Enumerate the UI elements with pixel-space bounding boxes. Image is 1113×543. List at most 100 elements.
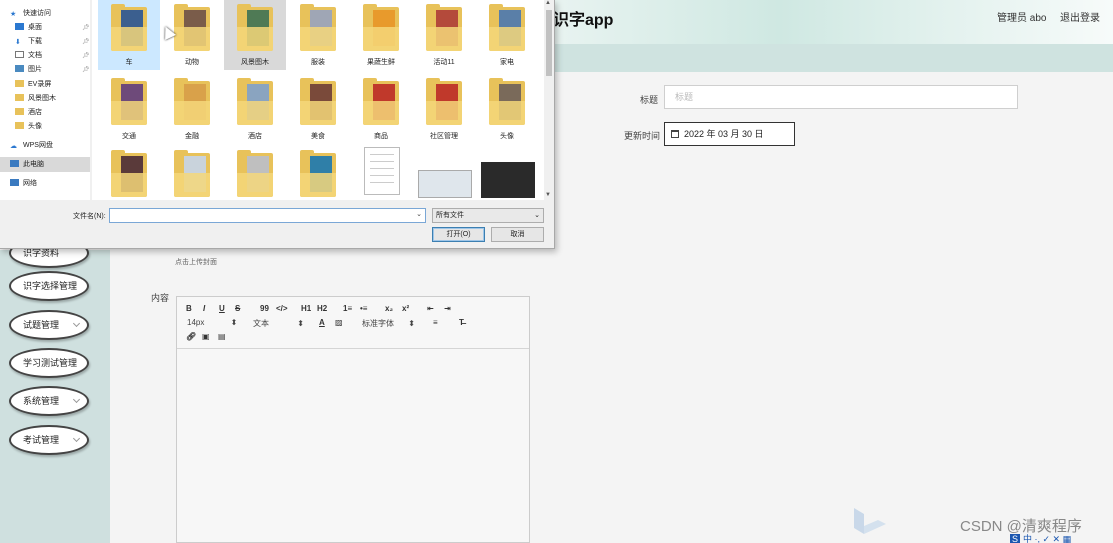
nav-label: 桌面 bbox=[28, 24, 42, 31]
cancel-button[interactable]: 取消 bbox=[491, 227, 544, 242]
underline-button[interactable]: U bbox=[219, 304, 225, 313]
folder-tile[interactable]: 社区管理 bbox=[413, 74, 475, 144]
folder-tile[interactable] bbox=[161, 146, 223, 200]
italic-button[interactable]: I bbox=[203, 304, 205, 313]
nav-quick-access[interactable]: ★ 快速访问 bbox=[10, 7, 51, 20]
nav-item-hotel[interactable]: 酒店 bbox=[15, 106, 42, 119]
nav-item-ev-recorder[interactable]: EV录屏 bbox=[15, 78, 51, 91]
text-style-select[interactable]: 文本 ⬍ bbox=[253, 318, 304, 329]
nav-label: 快速访问 bbox=[23, 10, 51, 17]
scroll-up-icon[interactable]: ▲ bbox=[545, 0, 551, 6]
superscript-button[interactable]: x² bbox=[402, 304, 409, 313]
folder-tile[interactable]: 酒店 bbox=[224, 74, 286, 144]
folder-tile[interactable] bbox=[98, 146, 160, 200]
folder-tile[interactable]: 服装 bbox=[287, 0, 349, 70]
folder-icon bbox=[300, 4, 336, 51]
nav-network[interactable]: 网络 bbox=[10, 177, 37, 190]
font-family-select[interactable]: 标准字体 ⬍ bbox=[362, 318, 415, 329]
code-button[interactable]: </> bbox=[276, 304, 288, 313]
pin-icon: 📌︎ bbox=[82, 53, 90, 59]
folder-tile[interactable]: 风景图木 bbox=[224, 0, 286, 70]
date-value: 2022 年 03 月 30 日 bbox=[684, 129, 764, 139]
document-icon bbox=[15, 51, 24, 58]
strikethrough-button[interactable]: S bbox=[235, 304, 240, 313]
folder-icon bbox=[363, 4, 399, 51]
filetype-value: 所有文件 bbox=[436, 212, 464, 219]
quote-button[interactable]: 99 bbox=[260, 304, 269, 313]
sidebar-item-label: 识字选择管理 bbox=[23, 281, 78, 291]
image-icon[interactable]: ▣ bbox=[202, 332, 210, 341]
filetype-select[interactable]: 所有文件 ⌄ bbox=[432, 208, 544, 223]
subscript-button[interactable]: x₂ bbox=[385, 304, 393, 313]
sidebar-item-study-test[interactable]: 学习测试管理 bbox=[9, 348, 89, 378]
link-icon[interactable]: 🔗︎ bbox=[186, 332, 196, 341]
folder-tile[interactable]: 美食 bbox=[287, 74, 349, 144]
upload-cover-hint[interactable]: 点击上传封面 bbox=[175, 257, 217, 267]
outdent-button[interactable]: ⇤ bbox=[427, 304, 434, 313]
folder-tile[interactable]: 车 bbox=[98, 0, 160, 70]
heading1-button[interactable]: H1 bbox=[301, 304, 311, 313]
font-size-value: 14px bbox=[187, 318, 205, 327]
folder-tile[interactable]: 商品 bbox=[350, 74, 412, 144]
open-button[interactable]: 打开(O) bbox=[432, 227, 485, 242]
nav-item-desktop[interactable]: 桌面 bbox=[15, 21, 42, 34]
sidebar-item-label: 试题管理 bbox=[23, 320, 60, 330]
nav-label: 图片 bbox=[28, 66, 42, 73]
clear-format-icon[interactable]: T̶ bbox=[459, 318, 464, 327]
filename-input[interactable]: ⌄ bbox=[109, 208, 426, 223]
logout-link[interactable]: 退出登录 bbox=[1060, 9, 1100, 24]
sidebar-item-system[interactable]: 系统管理 bbox=[9, 386, 89, 416]
align-icon[interactable]: ≡ bbox=[433, 318, 438, 327]
folder-tile[interactable]: 果蔬生鲜 bbox=[350, 0, 412, 70]
background-color-icon[interactable]: ▨ bbox=[335, 318, 343, 327]
heading2-button[interactable]: H2 bbox=[317, 304, 327, 313]
ime-tray[interactable]: S中 ·, ✓ ✕ ▦ bbox=[1010, 532, 1071, 543]
date-picker[interactable]: 2022 年 03 月 30 日 bbox=[664, 122, 795, 146]
sidebar-item-literacy-selection[interactable]: 识字选择管理 bbox=[9, 271, 89, 301]
folder-tile[interactable] bbox=[287, 146, 349, 200]
folder-icon bbox=[15, 94, 24, 101]
sidebar-item-question-management[interactable]: 试题管理 bbox=[9, 310, 89, 340]
folder-label: 动物 bbox=[185, 59, 199, 66]
sidebar-item-exam[interactable]: 考试管理 bbox=[9, 425, 89, 455]
map-image-thumbnail[interactable] bbox=[418, 170, 472, 198]
title-input[interactable] bbox=[664, 85, 1018, 109]
nav-item-avatar[interactable]: 头像 bbox=[15, 120, 42, 133]
nav-item-scenery[interactable]: 风景图木 bbox=[15, 92, 56, 105]
nav-item-downloads[interactable]: ⬇ 下载 bbox=[15, 35, 42, 48]
ordered-list-button[interactable]: 1≡ bbox=[343, 304, 352, 313]
nav-label: 文档 bbox=[28, 52, 42, 59]
nav-label: 下载 bbox=[28, 38, 42, 45]
folder-tile[interactable] bbox=[224, 146, 286, 200]
bold-button[interactable]: B bbox=[186, 304, 192, 313]
scroll-down-icon[interactable]: ▼ bbox=[545, 192, 551, 198]
indent-button[interactable]: ⇥ bbox=[444, 304, 451, 313]
bullet-list-button[interactable]: •≡ bbox=[360, 304, 367, 313]
scroll-thumb[interactable] bbox=[546, 10, 552, 76]
folder-icon bbox=[15, 108, 24, 115]
folder-icon bbox=[111, 4, 147, 51]
nav-item-pictures[interactable]: 图片 bbox=[15, 63, 42, 76]
chevron-down-icon[interactable]: ⌄ bbox=[416, 210, 422, 218]
scrollbar[interactable]: ▲ ▼ bbox=[544, 0, 554, 200]
nav-item-documents[interactable]: 文档 bbox=[15, 49, 42, 62]
folder-tile[interactable]: 交通 bbox=[98, 74, 160, 144]
folder-tile[interactable]: 金融 bbox=[161, 74, 223, 144]
picture-icon bbox=[15, 65, 24, 72]
folder-label: 服装 bbox=[311, 59, 325, 66]
video-icon[interactable]: ▤ bbox=[218, 332, 226, 341]
font-color-icon[interactable]: A bbox=[319, 318, 325, 327]
folder-tile[interactable]: 活动11 bbox=[413, 0, 475, 70]
font-size-select[interactable]: 14px ⬍ bbox=[187, 318, 237, 327]
folder-tile[interactable]: 头像 bbox=[476, 74, 538, 144]
nav-wps-drive[interactable]: ☁ WPS网盘 bbox=[10, 139, 53, 152]
document-file-icon[interactable] bbox=[364, 147, 400, 195]
folder-tile[interactable]: 家电 bbox=[476, 0, 538, 70]
chess-image-thumbnail[interactable] bbox=[481, 162, 535, 198]
folder-icon bbox=[489, 78, 525, 125]
folder-icon bbox=[300, 78, 336, 125]
folder-icon bbox=[174, 78, 210, 125]
rich-text-editor[interactable]: B I U S 99 </> H1 H2 1≡ •≡ x₂ x² ⇤ ⇥ 14p… bbox=[176, 296, 530, 543]
nav-this-pc[interactable]: 此电脑 bbox=[10, 158, 44, 171]
folder-label: 交通 bbox=[122, 133, 136, 140]
